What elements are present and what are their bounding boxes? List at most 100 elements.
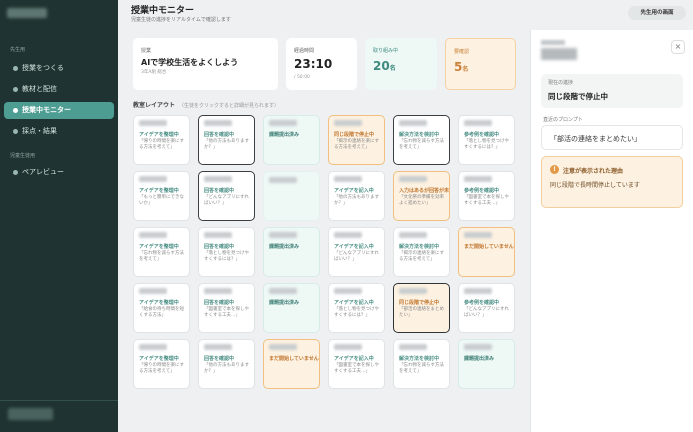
seat-status: アイデアを記入中 xyxy=(334,356,374,362)
page-title: 授業中モニター xyxy=(131,6,195,16)
student-seat-card[interactable]: 回答を確認中 「落とし物を見つけやすくするには？」 xyxy=(198,227,255,277)
seat-prompt: 「どんなアプリにすればいい？」 xyxy=(204,195,250,206)
student-name xyxy=(464,288,492,294)
sidebar-item-label: 授業中モニター xyxy=(22,106,71,114)
seat-status: 解決方法を検討中 xyxy=(399,244,440,250)
student-seat-card[interactable]: まだ開始していません xyxy=(458,227,515,277)
bullet-icon xyxy=(13,66,18,71)
sidebar-item-label: 教材と配信 xyxy=(22,85,57,93)
warning-icon: ! xyxy=(550,165,559,174)
student-name xyxy=(204,120,232,126)
student-seat-card[interactable]: アイデアを記入中 「図書室で本を探しやすくする工夫…」 xyxy=(328,339,385,389)
student-seat-card[interactable]: 解決方法を検討中 「掲示の連絡を楽にする方法を考えて」 xyxy=(393,227,450,277)
student-name xyxy=(139,120,167,126)
bullet-icon xyxy=(13,108,18,113)
sidebar-divider xyxy=(0,400,118,401)
student-seat-card[interactable]: 解決方法を検討中 「忘れ物を減らす方法を考えて」 xyxy=(393,115,450,165)
seat-prompt: 「帰りの時間を楽にする方法を考えて」 xyxy=(139,363,185,374)
elapsed-total: / 50:00 xyxy=(294,75,310,80)
seat-status: 解決方法を検討中 xyxy=(399,132,440,138)
sidebar-item-monitor[interactable]: 授業中モニター xyxy=(4,102,114,119)
seat-status: 同じ段階で停止中 xyxy=(399,300,440,306)
student-name xyxy=(399,120,427,126)
student-seat-card[interactable]: アイデアを記入中 「落とし物を見つけやすくするには？」 xyxy=(328,283,385,333)
current-stage-box: 現在の進捗 同じ段階で停止中 xyxy=(541,74,683,108)
close-icon[interactable]: × xyxy=(671,40,685,54)
current-stage-value: 同じ段階で停止中 xyxy=(548,92,608,101)
seat-status: 課題提出済み xyxy=(269,300,300,306)
sidebar-item-label: 授業をつくる xyxy=(22,64,64,72)
lesson-class: 3年A組 総合 xyxy=(141,70,167,75)
student-name xyxy=(464,344,492,350)
student-seat-card[interactable] xyxy=(263,171,320,221)
student-seat-card[interactable]: 課題提出済み xyxy=(263,283,320,333)
student-seat-card[interactable]: アイデアを記入中 「他の方法もありますか？」 xyxy=(328,171,385,221)
student-seat-card[interactable]: 同じ段階で停止中 「部活の連絡をまとめたい」 xyxy=(393,283,450,333)
student-name xyxy=(139,176,167,182)
student-name xyxy=(334,344,362,350)
attention-card[interactable]: 要確認 5名 xyxy=(445,38,516,90)
seat-status: 同じ段階で停止中 xyxy=(334,132,375,138)
student-seat-card[interactable]: 同じ段階で停止中 「掲示の連絡を楽にする方法を考えて」 xyxy=(328,115,385,165)
alert-reason-title: 注意が表示された理由 xyxy=(563,168,624,175)
student-seat-card[interactable]: アイデアを整理中 「帰りの時間を楽にする方法を考えて」 xyxy=(133,115,190,165)
sidebar: 先生用 授業をつくる 教材と配信 授業中モニター 採点・結果 児童生徒用 ペアレ… xyxy=(0,0,118,432)
student-seat-card[interactable]: アイデアを記入中 「どんなアプリにすればいい？」 xyxy=(328,227,385,277)
student-name xyxy=(541,48,577,60)
seat-prompt: 「他の方法もありますか？」 xyxy=(204,139,249,150)
student-seat-card[interactable]: 課題提出済み xyxy=(458,339,515,389)
seat-status: まだ開始していません xyxy=(464,244,514,250)
student-seat-card[interactable]: 回答を確認中 「他の方法もありますか？」 xyxy=(198,339,255,389)
user-account[interactable] xyxy=(8,408,53,420)
seat-status: 回答を確認中 xyxy=(204,132,235,138)
student-seat-card[interactable]: 課題提出済み xyxy=(263,227,320,277)
bullet-icon xyxy=(13,87,18,92)
student-detail-panel: × 現在の進捗 同じ段階で停止中 直近のプロンプト 「部活の連絡をまとめたい」 … xyxy=(530,30,693,432)
sidebar-item-label: 採点・結果 xyxy=(22,127,57,135)
student-seat-card[interactable]: 参考例を確認中 「どんなアプリにすればいい？」 xyxy=(458,283,515,333)
teacher-view-button[interactable]: 先生用の画面 xyxy=(628,6,686,20)
seat-status: 参考例を確認中 xyxy=(464,188,500,194)
student-name xyxy=(399,176,427,182)
student-seat-card[interactable]: 入力はあるが回答が未進行「文化祭の準備を効率よく進めたい」 xyxy=(393,171,450,221)
seat-prompt: 「忘れ物を減らす方法を考えて」 xyxy=(139,251,184,262)
student-seat-card[interactable]: アイデアを整理中 「もっと簡単にできないか」 xyxy=(133,171,190,221)
sidebar-item-peer-review[interactable]: ペアレビュー xyxy=(4,164,114,181)
student-name xyxy=(334,232,362,238)
student-name xyxy=(334,288,362,294)
student-name xyxy=(334,120,362,126)
seat-prompt: 「落とし物を見つけやすくするには？」 xyxy=(334,307,379,318)
seat-status: 課題提出済み xyxy=(269,132,300,138)
lesson-card: 授業 AIで学校生活をよくしよう 3年A組 総合 xyxy=(133,38,278,90)
app-logo xyxy=(7,8,47,18)
student-seat-card[interactable]: 回答を確認中 「どんなアプリにすればいい？」 xyxy=(198,171,255,221)
student-name xyxy=(269,120,297,126)
lesson-title: AIで学校生活をよくしよう xyxy=(141,58,239,67)
student-seat-card[interactable]: 課題提出済み xyxy=(263,115,320,165)
sidebar-item-create-lesson[interactable]: 授業をつくる xyxy=(4,60,114,77)
recent-prompt-box: 「部活の連絡をまとめたい」 xyxy=(541,125,683,150)
student-seat-card[interactable]: まだ開始していません xyxy=(263,339,320,389)
student-seat-card[interactable]: 参考例を確認中 「図書室で本を探しやすくする工夫…」 xyxy=(458,171,515,221)
student-seat-card[interactable]: 回答を確認中 「他の方法もありますか？」 xyxy=(198,115,255,165)
student-seat-card[interactable]: アイデアを整理中 「忘れ物を減らす方法を考えて」 xyxy=(133,227,190,277)
seat-prompt: 「図書室で本を探しやすくする工夫…」 xyxy=(334,363,379,374)
recent-prompt-value: 「部活の連絡をまとめたい」 xyxy=(550,135,641,143)
working-count: 20名 xyxy=(373,59,396,73)
student-seat-card[interactable]: 参考例を確認中 「落とし物を見つけやすくするには？」 xyxy=(458,115,515,165)
sidebar-item-grading[interactable]: 採点・結果 xyxy=(4,123,114,140)
student-seat-card[interactable]: 回答を確認中 「図書室で本を探しやすくする工夫…」 xyxy=(198,283,255,333)
elapsed-time: 23:10 xyxy=(294,57,333,71)
student-seat-card[interactable]: アイデアを整理中 「帰りの時間を楽にする方法を考えて」 xyxy=(133,339,190,389)
student-seat-card[interactable]: アイデアを整理中 「給食の待ち時間を短くする方法」 xyxy=(133,283,190,333)
student-name xyxy=(464,232,492,238)
seat-prompt: 「どんなアプリにすればいい？」 xyxy=(334,251,380,262)
seat-prompt: 「他の方法もありますか？」 xyxy=(204,363,249,374)
student-name xyxy=(269,288,297,294)
sidebar-item-materials[interactable]: 教材と配信 xyxy=(4,81,114,98)
student-seat-card[interactable]: 解決方法を検討中 「忘れ物を減らす方法を考えて」 xyxy=(393,339,450,389)
sidebar-item-label: ペアレビュー xyxy=(22,168,64,176)
seat-status: 解決方法を検討中 xyxy=(399,356,440,362)
seat-prompt: 「図書室で本を探しやすくする工夫…」 xyxy=(204,307,249,318)
seat-status: アイデアを整理中 xyxy=(139,188,179,194)
